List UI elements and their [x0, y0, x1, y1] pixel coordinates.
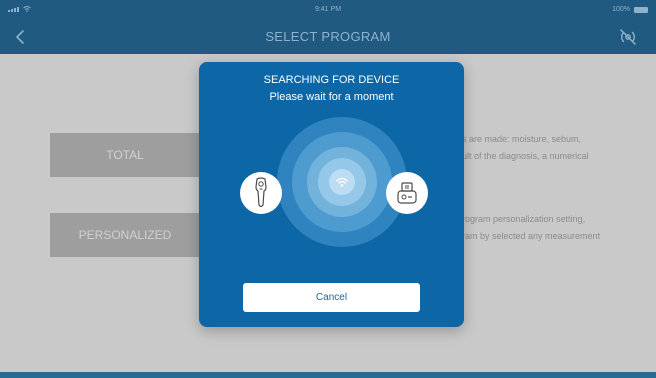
device-case-icon	[386, 172, 428, 214]
cancel-button[interactable]: Cancel	[243, 283, 420, 312]
status-time: 9:41 PM	[314, 6, 342, 13]
status-bar: 9:41 PM 100%	[0, 0, 656, 20]
battery-percent: 100%	[612, 6, 630, 13]
personalized-description-line1: rogram personalization setting,	[462, 214, 586, 224]
nav-bar: SELECT PROGRAM	[0, 20, 656, 54]
status-right: 100%	[612, 6, 648, 13]
page-title: SELECT PROGRAM	[265, 29, 391, 44]
battery-icon	[634, 6, 648, 13]
searching-device-dialog: SEARCHING FOR DEVICE Please wait for a m…	[199, 62, 464, 327]
wifi-icon	[336, 177, 348, 187]
no-connection-icon[interactable]	[618, 27, 638, 47]
dialog-subtitle: Please wait for a moment	[269, 91, 394, 103]
total-description-line2: ult of the diagnosis, a numerical	[462, 151, 589, 161]
personalized-program-button[interactable]: PERSONALIZED	[50, 213, 200, 257]
handheld-scanner-icon	[240, 172, 282, 214]
total-description-line1: s are made: moisture, sebum,	[462, 134, 582, 144]
personalized-description-line2: ram by selected any measurement	[462, 231, 601, 241]
dialog-title: SEARCHING FOR DEVICE	[263, 74, 400, 86]
bottom-bar	[0, 372, 656, 378]
total-program-button[interactable]: TOTAL	[50, 133, 200, 177]
